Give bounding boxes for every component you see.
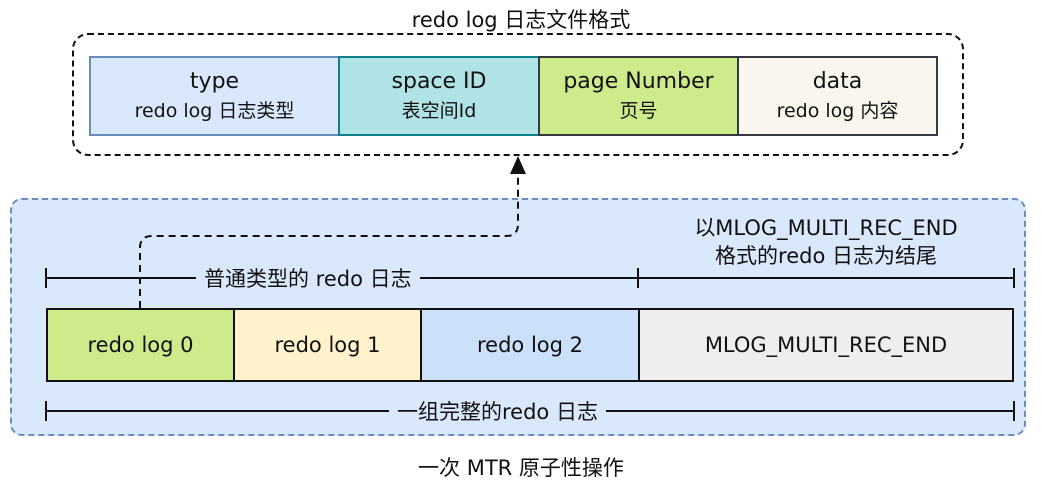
redo-log-0: redo log 0: [46, 308, 235, 382]
end-range-label-line1: 以MLOG_MULTI_REC_END: [694, 216, 958, 240]
end-range-label: 以MLOG_MULTI_REC_END 格式的redo 日志为结尾: [638, 214, 1014, 270]
normal-range-label: 普通类型的 redo 日志: [196, 263, 420, 293]
end-range-bracket: [638, 268, 1015, 288]
redo-log-2: redo log 2: [420, 308, 640, 382]
group-range-label: 一组完整的redo 日志: [389, 396, 606, 426]
arrow-head: [510, 156, 526, 174]
mtr-caption: 一次 MTR 原子性操作: [418, 456, 624, 480]
redo-log-1: redo log 1: [233, 308, 422, 382]
end-range-label-line2: 格式的redo 日志为结尾: [715, 244, 937, 268]
mlog-multi-rec-end: MLOG_MULTI_REC_END: [638, 308, 1014, 382]
